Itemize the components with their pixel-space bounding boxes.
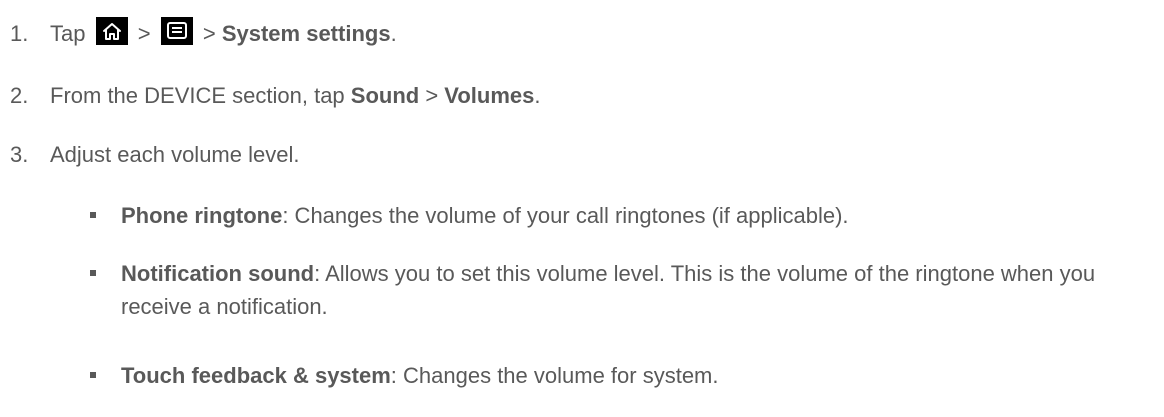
bullet-description: : Changes the volume for system. xyxy=(390,363,719,388)
volumes-label: Volumes xyxy=(444,83,535,108)
bullet-text: Touch feedback & system: Changes the vol… xyxy=(121,359,1140,392)
step-3: 3. Adjust each volume level. xyxy=(10,140,299,170)
step-number: 3. xyxy=(10,142,29,167)
bullet-phone-ringtone: Phone ringtone: Changes the volume of yo… xyxy=(80,199,1140,232)
bullet-text: Phone ringtone: Changes the volume of yo… xyxy=(121,199,1140,232)
separator: > xyxy=(419,83,445,108)
bullet-notification-sound: Notification sound: Allows you to set th… xyxy=(80,257,1140,323)
step-text: From the DEVICE section, tap xyxy=(50,83,351,108)
bullet-term: Phone ringtone xyxy=(121,203,283,228)
bullet-marker xyxy=(90,372,96,378)
bullet-text: Notification sound: Allows you to set th… xyxy=(121,257,1140,323)
period: . xyxy=(534,83,541,108)
step-number: 2. xyxy=(10,83,29,108)
period: . xyxy=(390,21,397,46)
bullet-term: Notification sound xyxy=(121,261,315,286)
system-settings-label: System settings xyxy=(221,21,391,46)
step-2: 2. From the DEVICE section, tap Sound > V… xyxy=(10,81,540,111)
separator: > xyxy=(137,21,151,46)
menu-icon xyxy=(160,17,193,45)
step-1: 1. Tap > > System settings. xyxy=(10,17,397,49)
bullet-marker xyxy=(90,212,96,218)
instruction-document: 1. Tap > > System settings. 2. From the DE… xyxy=(0,0,1164,417)
step-number: 1. xyxy=(10,21,29,46)
separator: > xyxy=(202,21,216,46)
bullet-term: Touch feedback & system xyxy=(121,363,391,388)
step-text-tap: Tap xyxy=(50,21,86,46)
bullet-touch-feedback: Touch feedback & system: Changes the vol… xyxy=(80,359,1140,392)
step-text: Adjust each volume level. xyxy=(50,142,300,167)
home-icon xyxy=(95,17,128,45)
bullet-marker xyxy=(90,270,96,276)
sound-label: Sound xyxy=(350,83,420,108)
bullet-description: : Changes the volume of your call ringto… xyxy=(282,203,849,228)
